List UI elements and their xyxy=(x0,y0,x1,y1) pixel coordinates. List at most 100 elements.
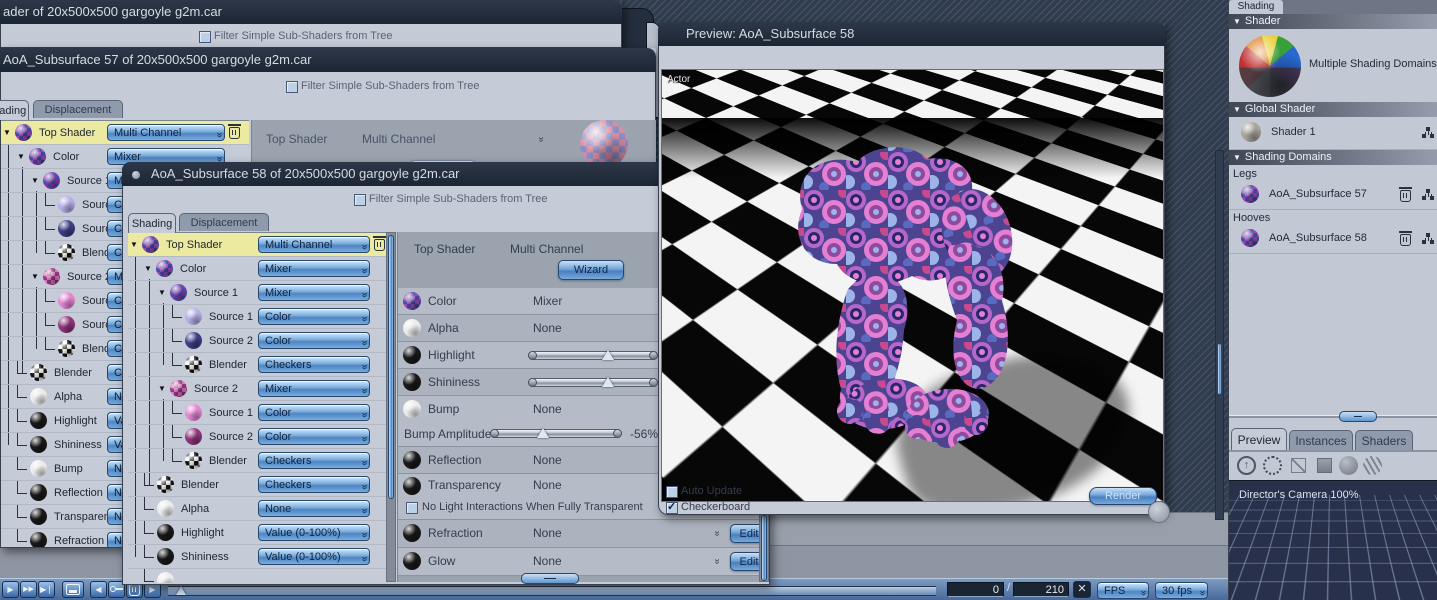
workspace-scrollbar[interactable] xyxy=(1215,150,1224,520)
tree-scrollbar[interactable] xyxy=(386,232,396,582)
fps-value-dropdown[interactable]: 30 fps xyxy=(1155,582,1208,599)
expand-triangle-icon[interactable]: ▼ xyxy=(31,272,43,281)
tree-row[interactable] xyxy=(128,569,386,583)
tab-preview[interactable]: Preview xyxy=(1231,428,1287,450)
sidebar-splitter[interactable] xyxy=(1229,415,1437,418)
tree-row[interactable]: Blender Checkers xyxy=(128,473,386,497)
section-triangle-icon[interactable]: ▼ xyxy=(1233,17,1241,26)
splitter-handle[interactable] xyxy=(521,573,579,584)
slider-thumb[interactable] xyxy=(537,428,549,438)
make-movie-button[interactable] xyxy=(62,581,84,598)
tab-shading-sidebar[interactable]: Shading xyxy=(1229,0,1283,14)
tree-row[interactable]: ▼ Source 2 Mixer xyxy=(128,377,386,401)
wizard-button[interactable]: Wizard xyxy=(558,260,624,280)
expand-triangle-icon[interactable]: ▼ xyxy=(158,288,170,297)
expand-triangle-icon[interactable]: ▼ xyxy=(158,384,170,393)
tree-row[interactable]: Source 2 Color xyxy=(128,425,386,449)
trash-icon[interactable] xyxy=(228,124,241,139)
section-triangle-icon[interactable]: ▼ xyxy=(1233,153,1241,162)
tree-row[interactable]: Shininess Value (0-100%) xyxy=(128,545,386,569)
wireframe-cube-icon[interactable] xyxy=(1289,456,1308,475)
window-titlebar[interactable]: AoA_Subsurface 57 of 20x500x500 gargoyle… xyxy=(0,48,656,73)
highlight-slider[interactable] xyxy=(528,350,658,360)
solid-cube-icon[interactable] xyxy=(1315,456,1334,475)
shading-domains-section-header[interactable]: ▼ Shading Domains xyxy=(1229,150,1437,165)
shininess-slider[interactable] xyxy=(528,377,658,387)
navigate-icon[interactable]: ↑ xyxy=(1237,456,1256,475)
shader-network-icon[interactable] xyxy=(1422,233,1435,245)
current-frame-field[interactable]: 0 xyxy=(947,582,1004,597)
domain-row[interactable]: AoA_Subsurface 58 xyxy=(1229,225,1437,254)
expand-triangle-icon[interactable]: ▼ xyxy=(17,152,29,161)
panel-scrollbar-thumb[interactable] xyxy=(761,515,767,581)
skip-to-end-button[interactable]: ▶❘ xyxy=(38,581,55,598)
shader-type-dropdown[interactable]: Color xyxy=(258,308,370,325)
shader-type-dropdown[interactable]: Checkers xyxy=(258,356,370,373)
total-frames-field[interactable]: 210 xyxy=(1013,582,1069,597)
window-menu-widget[interactable] xyxy=(132,170,140,179)
tree-row[interactable]: Source 1 Color xyxy=(128,305,386,329)
chevron-down-icon[interactable]: » xyxy=(535,137,546,143)
shader-section-header[interactable]: ▼ Shader xyxy=(1229,14,1437,29)
shader-type-dropdown[interactable]: Color xyxy=(258,428,370,445)
shader-type-dropdown[interactable]: Multi Channel xyxy=(107,124,225,141)
slider-thumb[interactable] xyxy=(602,377,615,387)
expand-triangle-icon[interactable]: ▼ xyxy=(3,128,15,137)
shader-type-dropdown[interactable]: Multi Channel xyxy=(258,236,370,253)
shader-type-dropdown[interactable]: Color xyxy=(258,332,370,349)
filter-subshaders-checkbox[interactable] xyxy=(286,81,298,93)
close-x-button[interactable]: ✕ xyxy=(1073,581,1091,598)
tab-displacement[interactable]: Displacement xyxy=(179,213,269,231)
splitter-handle[interactable] xyxy=(1339,411,1377,422)
window-resize-grip[interactable] xyxy=(1148,501,1170,523)
shaded-sphere-icon[interactable] xyxy=(1339,456,1358,475)
trash-icon[interactable] xyxy=(1399,231,1412,246)
tree-row[interactable]: ▼ Top Shader Multi Channel xyxy=(128,233,386,257)
shader-type-dropdown[interactable]: Mixer xyxy=(258,284,370,301)
tree-row[interactable]: Blender Checkers xyxy=(128,353,386,377)
camera-viewport[interactable]: Director's Camera 100% xyxy=(1229,480,1437,600)
tree-row[interactable]: Source 2 Color xyxy=(128,329,386,353)
edit-button[interactable]: Edit xyxy=(730,552,760,571)
fps-dropdown[interactable]: FPS xyxy=(1097,582,1149,599)
shader-type-dropdown[interactable]: Value (0-100%) xyxy=(258,524,370,541)
chevron-down-icon[interactable]: » xyxy=(711,559,722,565)
chevron-down-icon[interactable]: » xyxy=(711,531,722,537)
scrubber-thumb[interactable] xyxy=(176,586,186,595)
section-triangle-icon[interactable]: ▼ xyxy=(1233,105,1241,114)
auto-update-checkbox[interactable] xyxy=(666,486,678,498)
edit-button[interactable]: Edit xyxy=(730,524,760,543)
domain-row[interactable]: AoA_Subsurface 57 xyxy=(1229,181,1437,210)
textured-sphere-icon[interactable] xyxy=(1363,456,1382,475)
shader-type-dropdown[interactable]: None xyxy=(258,500,370,517)
tree-row[interactable]: ▼ Color Mixer xyxy=(128,257,386,281)
tree-row[interactable]: Blender Checkers xyxy=(128,449,386,473)
filter-subshaders-checkbox[interactable] xyxy=(199,31,211,43)
trash-icon[interactable] xyxy=(1399,187,1412,202)
slider-thumb[interactable] xyxy=(602,350,615,360)
shader-type-dropdown[interactable]: Checkers xyxy=(258,452,370,469)
checkerboard-checkbox[interactable] xyxy=(666,500,678,514)
fast-forward-button[interactable]: ▶▶ xyxy=(20,581,37,598)
multi-domain-shader-sphere[interactable] xyxy=(1239,35,1301,97)
property-row-glow[interactable]: Glow None » Edit xyxy=(398,548,760,576)
play-button[interactable]: ▶ xyxy=(2,581,19,598)
tab-instances[interactable]: Instances xyxy=(1289,430,1353,450)
shader-network-icon[interactable] xyxy=(1422,127,1435,139)
global-shader-row[interactable]: Shader 1 xyxy=(1229,117,1437,150)
window-titlebar[interactable]: Preview: AoA_Subsurface 58 xyxy=(658,22,1165,47)
expand-triangle-icon[interactable]: ▼ xyxy=(144,264,156,273)
tree-row[interactable]: ▼ Top Shader Multi Channel xyxy=(1,121,249,145)
shader-type-dropdown[interactable]: Mixer xyxy=(258,260,370,277)
no-light-checkbox[interactable] xyxy=(406,502,418,514)
tree-row[interactable]: Highlight Value (0-100%) xyxy=(128,521,386,545)
tab-shaders[interactable]: Shaders xyxy=(1355,430,1413,450)
render-viewport[interactable]: Actor xyxy=(661,69,1164,502)
render-button[interactable]: Render xyxy=(1089,487,1157,505)
shader-type-dropdown[interactable]: Checkers xyxy=(258,476,370,493)
tree-row[interactable]: ▼ Source 1 Mixer xyxy=(128,281,386,305)
shader-type-dropdown[interactable]: Value (0-100%) xyxy=(258,548,370,565)
property-row-refraction[interactable]: Refraction None » Edit xyxy=(398,520,760,548)
tab-shading[interactable]: Shading xyxy=(128,213,176,233)
shader-type-dropdown[interactable]: Color xyxy=(258,404,370,421)
